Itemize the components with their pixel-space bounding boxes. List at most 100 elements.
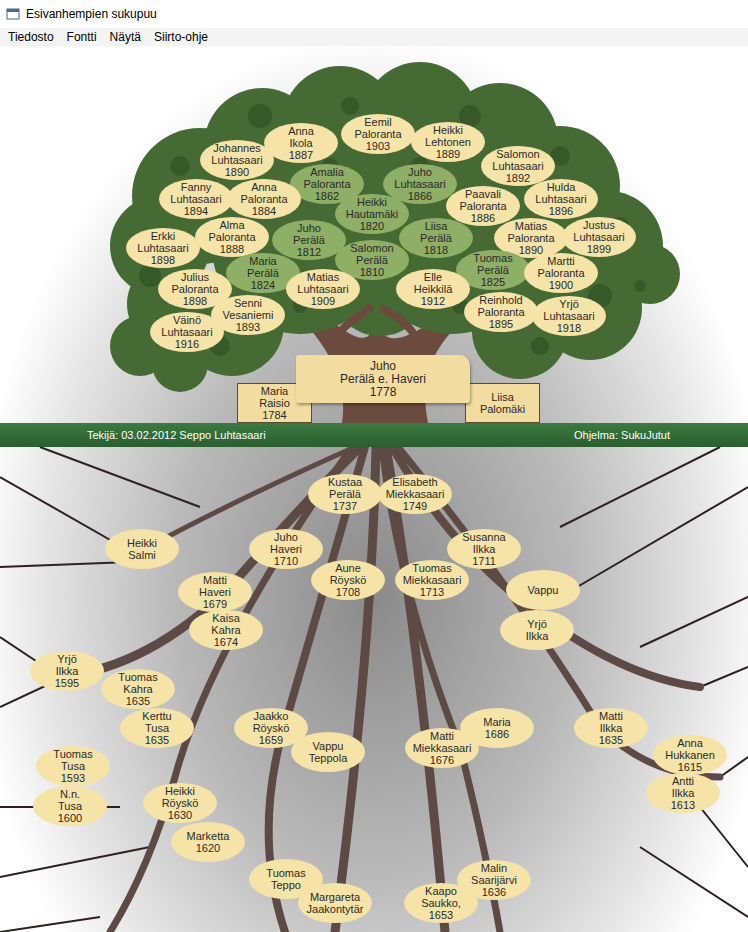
node-text: Malin — [481, 862, 507, 874]
node-text: Perälä e. Haveri — [340, 373, 426, 386]
spouse-box[interactable]: LiisaPalomäki — [465, 383, 540, 423]
descendant-node[interactable]: MarttiPaloranta1900 — [524, 253, 598, 293]
ancestor-node[interactable]: YrjöIlkka1595 — [30, 651, 104, 691]
ancestor-node[interactable]: MattiIlkka1635 — [574, 708, 648, 748]
node-text: 1635 — [599, 734, 623, 746]
ancestor-node[interactable]: AnnaHukkanen1615 — [653, 735, 727, 775]
node-text: Röyskö — [253, 722, 290, 734]
ancestor-node[interactable]: KaapoSaukko,1653 — [404, 883, 478, 923]
ancestor-node[interactable]: N.n.Tusa1600 — [33, 786, 107, 826]
node-text: Perälä — [293, 234, 325, 246]
descendant-node[interactable]: VäinöLuhtasaari1916 — [150, 312, 224, 352]
descendant-node[interactable]: MatiasLuhtasaari1909 — [286, 269, 360, 309]
node-text: 1674 — [214, 636, 238, 648]
node-text: 1812 — [297, 246, 321, 258]
node-text: Tuomas — [412, 562, 451, 574]
descendant-node[interactable]: YrjöLuhtasaari1918 — [532, 296, 606, 336]
node-text: Anna — [251, 181, 277, 193]
node-text: Luhtasaari — [297, 283, 348, 295]
menu-item[interactable]: Näytä — [110, 30, 141, 44]
node-text: Perälä — [477, 264, 509, 276]
menu-item[interactable]: Tiedosto — [8, 30, 54, 44]
ancestor-node[interactable]: YrjöIlkka — [500, 610, 574, 650]
descendant-node[interactable]: AlmaPaloranta1888 — [195, 217, 269, 257]
descendant-node[interactable]: AnnaIkola1887 — [264, 123, 338, 163]
node-text: Teppo — [271, 879, 301, 891]
node-text: Salomon — [350, 242, 393, 254]
descendant-node[interactable]: ReinholdPaloranta1895 — [464, 292, 538, 332]
ancestor-node[interactable]: KustaaPerälä1737 — [308, 474, 382, 514]
descendant-node[interactable]: PaavaliPaloranta1886 — [446, 186, 520, 226]
node-text: Paloranta — [171, 283, 218, 295]
ancestor-node[interactable]: KaisaKahra1674 — [189, 610, 263, 650]
node-text: Haveri — [270, 543, 302, 555]
menu-item[interactable]: Fontti — [67, 30, 97, 44]
descendant-node[interactable]: HeikkiLehtonen1889 — [411, 122, 485, 162]
node-text: 1888 — [220, 243, 244, 255]
ancestor-node[interactable]: TuomasTusa1593 — [36, 746, 110, 786]
node-text: 1896 — [549, 205, 573, 217]
node-text: Juho — [274, 531, 298, 543]
node-text: Miekkasaari — [413, 742, 472, 754]
node-text: Lehtonen — [425, 136, 471, 148]
descendant-node[interactable]: HuldaLuhtasaari1896 — [524, 179, 598, 219]
node-text: Paavali — [465, 188, 501, 200]
node-text: Reinhold — [479, 294, 522, 306]
descendant-node[interactable]: AnnaPaloranta1884 — [227, 179, 301, 219]
descendant-node[interactable]: ErkkiLuhtasaari1898 — [126, 228, 200, 268]
ancestor-node[interactable]: Marketta1620 — [171, 822, 245, 862]
node-text: Tusa — [61, 760, 85, 772]
ancestor-node[interactable]: KerttuTusa1635 — [120, 708, 194, 748]
ancestor-node[interactable]: MargaretaJaakontytär — [298, 883, 372, 923]
node-text: 1912 — [421, 295, 445, 307]
node-text: Tuomas — [118, 671, 157, 683]
ancestor-node[interactable]: Vappu — [506, 570, 580, 610]
ancestor-node[interactable]: HeikkiSalmi — [105, 529, 179, 569]
main-person-box[interactable]: JuhoPerälä e. Haveri1778 — [296, 355, 470, 403]
ancestor-node[interactable]: JuhoHaveri1710 — [249, 529, 323, 569]
ancestor-node[interactable]: VappuTeppola — [291, 732, 365, 772]
descendant-node[interactable]: JustusLuhtasaari1899 — [562, 217, 636, 257]
node-text: Väinö — [173, 314, 201, 326]
node-text: 1708 — [336, 586, 360, 598]
ancestor-node[interactable]: TuomasKahra1635 — [101, 669, 175, 709]
descendant-node[interactable]: LiisaPerälä1818 — [399, 218, 473, 258]
ancestor-node[interactable]: ElisabethMiekkasaari1749 — [378, 474, 452, 514]
ancestor-node[interactable]: MattiMiekkasaari1676 — [405, 728, 479, 768]
node-text: 1635 — [145, 734, 169, 746]
node-text: 1898 — [151, 254, 175, 266]
node-text: 1810 — [360, 266, 384, 278]
ancestor-node[interactable]: TuomasMiekkasaari1713 — [395, 560, 469, 600]
node-text: Haveri — [199, 586, 231, 598]
descendant-node[interactable]: JohannesLuhtasaari1890 — [200, 140, 274, 180]
node-text: Matias — [307, 271, 339, 283]
node-text: 1895 — [489, 318, 513, 330]
descendant-node[interactable]: EemilPaloranta1903 — [341, 114, 415, 154]
node-text: Matti — [203, 574, 227, 586]
ancestor-node[interactable]: AuneRöyskö1708 — [311, 560, 385, 600]
node-text: 1713 — [420, 586, 444, 598]
ancestor-node[interactable]: SusannaIlkka1711 — [447, 529, 521, 569]
descendant-node[interactable]: HeikkiHautamäki1820 — [335, 194, 409, 234]
ancestor-node[interactable]: HeikkiRöyskö1630 — [143, 783, 217, 823]
node-text: Ilkka — [526, 630, 549, 642]
node-text: Perälä — [420, 232, 452, 244]
node-text: Kahra — [211, 624, 240, 636]
descendant-node[interactable]: ElleHeikkilä1912 — [396, 269, 470, 309]
node-text: 1659 — [259, 734, 283, 746]
node-text: 1898 — [183, 295, 207, 307]
ancestor-node[interactable]: MattiHaveri1679 — [178, 572, 252, 612]
menu-item[interactable]: Siirto-ohje — [154, 30, 208, 44]
node-text: Heikki — [357, 196, 387, 208]
node-text: 1679 — [203, 598, 227, 610]
node-text: Amalia — [310, 166, 344, 178]
node-text: 1900 — [549, 279, 573, 291]
node-text: Johannes — [213, 142, 261, 154]
node-text: Yrjö — [57, 653, 77, 665]
node-text: 1893 — [236, 321, 260, 333]
node-text: Anna — [677, 737, 703, 749]
descendant-node[interactable]: JuhoPerälä1812 — [272, 220, 346, 260]
descendant-node[interactable]: FannyLuhtasaari1894 — [159, 179, 233, 219]
ancestor-node[interactable]: AnttiIlkka1613 — [646, 773, 720, 813]
node-text: 1824 — [251, 279, 275, 291]
